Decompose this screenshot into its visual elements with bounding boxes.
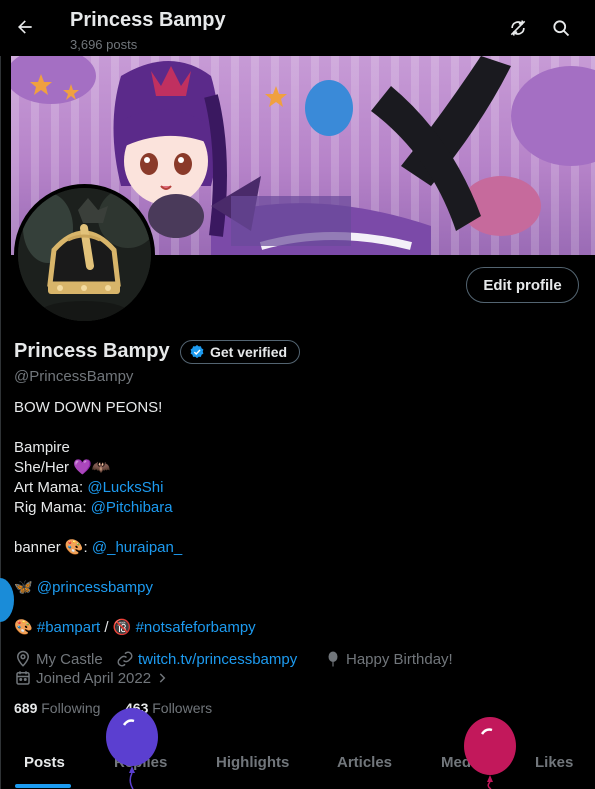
following-label: Following (41, 700, 101, 716)
bio-text: Art Mama: (14, 479, 88, 496)
website-link[interactable]: twitch.tv/princessbampy (138, 651, 297, 668)
back-arrow-icon (18, 20, 32, 34)
sync-button[interactable] (506, 16, 530, 40)
get-verified-button[interactable]: Get verified (180, 340, 301, 364)
profile-avatar[interactable] (14, 184, 155, 325)
followers-label: Followers (152, 700, 213, 716)
back-button[interactable] (12, 14, 38, 40)
bio-line: 🦋 @princessbampy (14, 578, 153, 598)
balloon-icon (0, 578, 14, 622)
tab-posts[interactable]: Posts (24, 754, 65, 771)
profile-handle: @PrincessBampy (14, 368, 134, 385)
joined-text: Joined April 2022 (36, 669, 152, 687)
active-tab-indicator (15, 784, 71, 788)
tab-articles[interactable]: Articles (337, 754, 392, 771)
bio-text: / 🔞 (100, 619, 136, 636)
bio-line: BOW DOWN PEONS! (14, 399, 163, 416)
chevron-right-icon (159, 673, 166, 683)
search-button[interactable] (549, 16, 573, 40)
birthday-text: Happy Birthday! (346, 650, 453, 668)
location-text: My Castle (36, 650, 103, 668)
bio-line: She/Her 💜🦇 (14, 459, 111, 476)
balloon-icon (328, 651, 338, 667)
verified-badge-icon (190, 345, 204, 359)
balloon-icon (106, 708, 158, 789)
left-border (0, 0, 1, 789)
bio-text: Rig Mama: (14, 499, 91, 516)
bio-mention-link[interactable]: @LucksShi (87, 479, 163, 496)
search-icon (553, 20, 570, 37)
bio-hashtag-link[interactable]: #notsafeforbampy (136, 619, 256, 636)
link-icon (117, 651, 133, 667)
following-link[interactable]: 689 Following (14, 700, 100, 716)
avatar-image (18, 188, 151, 321)
bio-line: Bampire (14, 439, 70, 456)
calendar-icon (16, 671, 30, 685)
bio-text: 🦋 (14, 579, 37, 596)
edit-profile-button[interactable]: Edit profile (466, 267, 579, 303)
bio-mention-link[interactable]: @princessbampy (37, 579, 153, 596)
joined-item[interactable]: Joined April 2022 (14, 669, 169, 687)
bio-line: Rig Mama: @Pitchibara (14, 498, 173, 518)
bio-line: Art Mama: @LucksShi (14, 478, 163, 498)
location-item: My Castle (14, 650, 103, 668)
tab-likes[interactable]: Likes (535, 754, 573, 771)
bio-line: banner 🎨: @_huraipan_ (14, 538, 182, 558)
bio-hashtag-link[interactable]: #bampart (37, 619, 100, 636)
bio-text: banner 🎨: (14, 539, 92, 556)
birthday-item: Happy Birthday! (324, 650, 453, 668)
header-title: Princess Bampy (70, 9, 226, 31)
balloon-icon (464, 717, 516, 789)
get-verified-label: Get verified (210, 344, 288, 360)
location-icon (16, 650, 30, 667)
posts-count: 3,696 posts (70, 37, 138, 52)
profile-header: Princess Bampy 3,696 posts (0, 0, 595, 56)
bio-text: 🎨 (14, 619, 37, 636)
following-count: 689 (14, 700, 38, 716)
sync-icon (510, 20, 526, 36)
tab-highlights[interactable]: Highlights (216, 754, 289, 771)
website-item: twitch.tv/princessbampy (116, 650, 297, 668)
bio-mention-link[interactable]: @_huraipan_ (92, 539, 182, 556)
profile-name: Princess Bampy (14, 340, 170, 362)
bio-mention-link[interactable]: @Pitchibara (91, 499, 173, 516)
bio-line: 🎨 #bampart / 🔞 #notsafeforbampy (14, 618, 256, 638)
